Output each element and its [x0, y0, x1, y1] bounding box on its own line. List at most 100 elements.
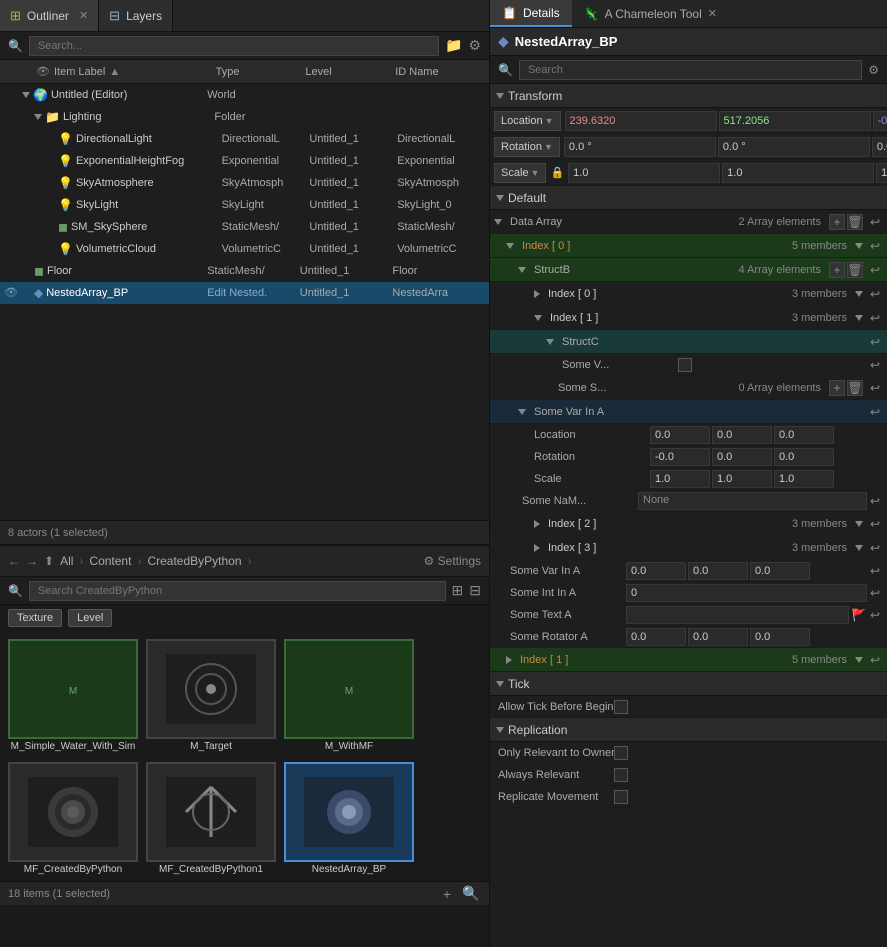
inner-rot-z[interactable] [774, 448, 834, 466]
struct-b-index-3-chevron[interactable] [855, 545, 863, 551]
tab-outliner[interactable]: ⊞ Outliner ✕ [0, 0, 99, 31]
some-var-in-a-row[interactable]: Some Var In A ↩ [490, 400, 887, 424]
some-rotator-x[interactable] [626, 628, 686, 646]
asset-m-target[interactable]: M_Target [146, 639, 276, 754]
nav-back-btn[interactable]: ← [8, 554, 20, 568]
view-icon[interactable]: ⊞ [452, 582, 464, 599]
tab-chameleon[interactable]: 🦎 A Chameleon Tool ✕ [572, 0, 729, 27]
replicate-movement-checkbox[interactable] [614, 790, 628, 804]
struct-b-index-0-row[interactable]: Index [ 0 ] 3 members ↩ [490, 282, 887, 306]
sort-icon[interactable]: ⊟ [469, 582, 481, 599]
location-x-field[interactable] [565, 111, 717, 131]
index-0-revert-btn[interactable]: ↩ [867, 238, 883, 254]
struct-b-index-3-expand[interactable] [534, 544, 540, 552]
struct-c-some-s-add-btn[interactable]: + [829, 380, 845, 396]
index-1-expand[interactable] [506, 656, 512, 664]
data-array-add-btn[interactable]: + [829, 214, 845, 230]
struct-b-index-0-expand[interactable] [534, 290, 540, 298]
tree-row-vol-cloud[interactable]: 👁 💡 VolumetricCloud VolumetricC Untitled… [0, 238, 489, 260]
index-1-row[interactable]: Index [ 1 ] 5 members ↩ [490, 648, 887, 672]
struct-b-add-btn[interactable]: + [829, 262, 845, 278]
some-var-in-a-revert[interactable]: ↩ [867, 404, 883, 420]
index-1-revert-btn[interactable]: ↩ [867, 652, 883, 668]
inner-rot-x[interactable] [650, 448, 710, 466]
tree-row-floor[interactable]: 👁 ◼ Floor StaticMesh/ Untitled_1 Floor [0, 260, 489, 282]
replication-section-header[interactable]: Replication [490, 718, 887, 742]
details-gear-icon[interactable]: ⚙ [868, 63, 879, 77]
data-array-del-btn[interactable]: 🗑 [847, 214, 863, 230]
index-0-expand[interactable] [506, 243, 514, 249]
expand-untitled[interactable] [22, 92, 30, 98]
always-relevant-checkbox[interactable] [614, 768, 628, 782]
some-text-revert[interactable]: ↩ [867, 607, 883, 623]
index-0-chevron[interactable] [855, 243, 863, 249]
some-rotator-z[interactable] [750, 628, 810, 646]
tree-row-skysphere[interactable]: 👁 ◼ SM_SkySphere StaticMesh/ Untitled_1 … [0, 216, 489, 238]
expand-lighting[interactable] [34, 114, 42, 120]
some-var-in-a-expand[interactable] [518, 409, 526, 415]
data-array-revert-btn[interactable]: ↩ [867, 214, 883, 230]
struct-c-revert[interactable]: ↩ [867, 334, 883, 350]
inner-loc-z[interactable] [774, 426, 834, 444]
scale-lock-btn[interactable]: 🔒 [550, 163, 564, 183]
struct-c-some-s-revert[interactable]: ↩ [867, 380, 883, 396]
struct-b-expand[interactable] [518, 267, 526, 273]
data-array-expand[interactable] [494, 219, 502, 225]
struct-b-index-2-expand[interactable] [534, 520, 540, 528]
breadcrumb-content[interactable]: Content [89, 554, 131, 568]
settings-btn[interactable]: ⚙ Settings [424, 554, 481, 568]
folder-add-icon[interactable]: 📁 [445, 37, 462, 54]
some-int-revert[interactable]: ↩ [867, 585, 883, 601]
default-section-header[interactable]: Default [490, 186, 887, 210]
details-search-input[interactable] [519, 60, 862, 80]
inner-rot-y[interactable] [712, 448, 772, 466]
nav-forward-btn[interactable]: → [26, 554, 38, 568]
some-text-field[interactable] [626, 606, 849, 624]
struct-b-index-1-revert[interactable]: ↩ [867, 310, 883, 326]
top-some-var-revert[interactable]: ↩ [867, 563, 883, 579]
asset-nested-bp[interactable]: NestedArray_BP [284, 762, 414, 877]
filter-level[interactable]: Level [68, 609, 112, 627]
top-some-var-x[interactable] [626, 562, 686, 580]
asset-mf-created1[interactable]: MF_CreatedByPython [8, 762, 138, 877]
outliner-search-input[interactable] [29, 36, 439, 56]
only-relevant-checkbox[interactable] [614, 746, 628, 760]
struct-b-del-btn[interactable]: 🗑 [847, 262, 863, 278]
asset-mf-created2[interactable]: MF_CreatedByPython1 [146, 762, 276, 877]
scale-z-field[interactable] [876, 163, 887, 183]
struct-b-index-2-row[interactable]: Index [ 2 ] 3 members ↩ [490, 512, 887, 536]
inner-loc-x[interactable] [650, 426, 710, 444]
index-1-chevron[interactable] [855, 657, 863, 663]
rotation-z-field[interactable] [872, 137, 887, 157]
inner-scale-z[interactable] [774, 470, 834, 488]
some-int-field[interactable] [626, 584, 867, 602]
tree-row-untitled[interactable]: 👁 🌍 Untitled (Editor) World [0, 84, 489, 106]
inner-scale-y[interactable] [712, 470, 772, 488]
struct-b-index-0-revert[interactable]: ↩ [867, 286, 883, 302]
index-0-row[interactable]: Index [ 0 ] 5 members ↩ [490, 234, 887, 258]
breadcrumb-created[interactable]: CreatedByPython [147, 554, 241, 568]
struct-b-index-3-revert[interactable]: ↩ [867, 540, 883, 556]
location-z-field[interactable] [873, 111, 887, 131]
data-array-row[interactable]: Data Array 2 Array elements + 🗑 ↩ [490, 210, 887, 234]
asset-m-simple-water[interactable]: M M_Simple_Water_With_Sim [8, 639, 138, 754]
scale-x-field[interactable] [568, 163, 720, 183]
struct-c-some-s-row[interactable]: Some S... 0 Array elements + 🗑 ↩ [490, 376, 887, 400]
struct-b-index-3-row[interactable]: Index [ 3 ] 3 members ↩ [490, 536, 887, 560]
filter-texture[interactable]: Texture [8, 609, 62, 627]
struct-b-index-1-expand[interactable] [534, 315, 542, 321]
some-text-flag-btn[interactable]: 🚩 [851, 607, 867, 623]
allow-tick-checkbox[interactable] [614, 700, 628, 714]
tree-row-skylight[interactable]: 👁 💡 SkyLight SkyLight Untitled_1 SkyLigh… [0, 194, 489, 216]
struct-b-row[interactable]: StructB 4 Array elements + 🗑 ↩ [490, 258, 887, 282]
struct-b-revert-btn[interactable]: ↩ [867, 262, 883, 278]
struct-b-index-0-chevron[interactable] [855, 291, 863, 297]
tab-chameleon-close[interactable]: ✕ [708, 7, 717, 20]
tick-section-header[interactable]: Tick [490, 672, 887, 696]
show-all-btn[interactable]: All [60, 554, 73, 568]
tree-row-lighting[interactable]: 👁 📁 Lighting Folder [0, 106, 489, 128]
some-name-revert[interactable]: ↩ [867, 493, 883, 509]
struct-b-index-1-chevron[interactable] [855, 315, 863, 321]
some-name-field[interactable]: None [638, 492, 867, 510]
rotation-x-field[interactable] [564, 137, 716, 157]
